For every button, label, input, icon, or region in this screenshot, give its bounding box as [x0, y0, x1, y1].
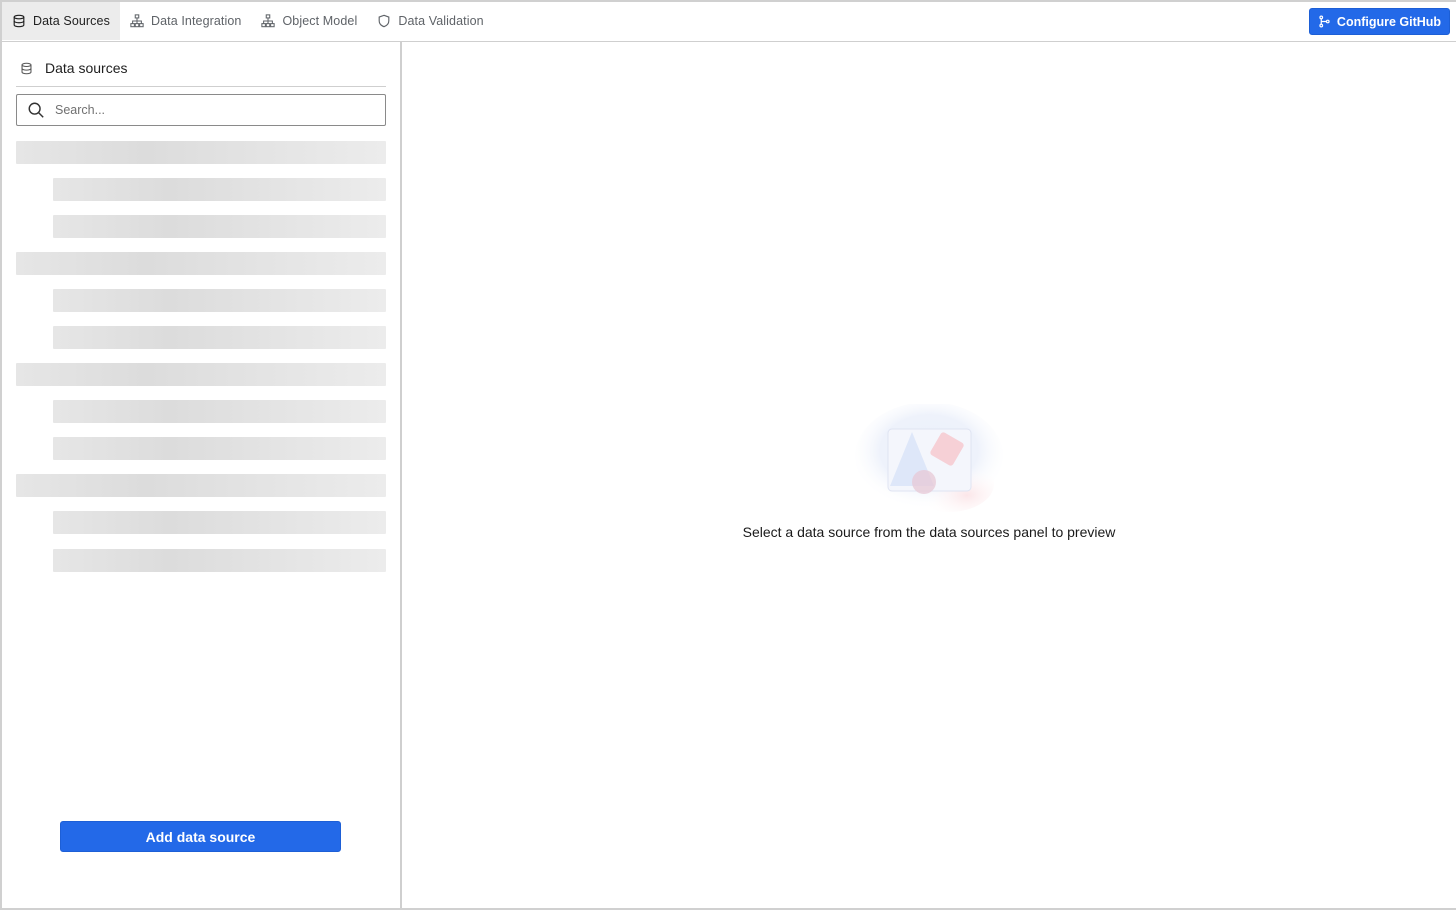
tab-label: Data Sources: [33, 14, 110, 28]
hierarchy-icon: [130, 14, 144, 28]
tab-object-model[interactable]: Object Model: [251, 2, 367, 40]
tab-label: Object Model: [282, 14, 358, 28]
preview-area: Select a data source from the data sourc…: [402, 42, 1456, 908]
empty-state-message: Select a data source from the data sourc…: [742, 524, 1116, 540]
skeleton-item-row: [53, 215, 386, 238]
search-icon: [28, 102, 44, 118]
skeleton-item-row: [53, 400, 386, 423]
skeleton-item-row: [53, 549, 386, 572]
tab-data-validation[interactable]: Data Validation: [367, 2, 493, 40]
tab-list: Data Sources Data Integration Object Mod…: [2, 2, 494, 40]
data-sources-panel: Data sources Add data source: [2, 42, 402, 908]
search-input[interactable]: [55, 103, 355, 117]
empty-state-illustration: [855, 404, 1003, 512]
skeleton-group-row: [16, 141, 386, 164]
tab-data-integration[interactable]: Data Integration: [120, 2, 252, 40]
tab-label: Data Validation: [398, 14, 484, 28]
panel-header: Data sources: [16, 50, 386, 87]
tab-data-sources[interactable]: Data Sources: [2, 2, 120, 40]
add-data-source-button[interactable]: Add data source: [60, 821, 341, 852]
skeleton-group-row: [16, 252, 386, 275]
shield-icon: [378, 14, 390, 28]
tab-label: Data Integration: [150, 14, 242, 28]
skeleton-item-row: [53, 326, 386, 349]
skeleton-item-row: [53, 289, 386, 312]
skeleton-item-row: [53, 511, 386, 534]
top-nav-bar: Data Sources Data Integration Object Mod…: [2, 2, 1456, 42]
configure-github-label: Configure GitHub: [1336, 14, 1442, 29]
search-box[interactable]: [16, 94, 386, 126]
skeleton-group-row: [16, 363, 386, 386]
database-icon: [21, 62, 32, 74]
skeleton-item-row: [53, 437, 386, 460]
hierarchy-icon: [261, 14, 276, 28]
skeleton-group-row: [16, 474, 386, 497]
database-icon: [13, 14, 25, 28]
git-branch-icon: [1319, 15, 1330, 28]
panel-title: Data sources: [45, 60, 128, 76]
skeleton-item-row: [53, 178, 386, 201]
configure-github-button[interactable]: Configure GitHub: [1309, 8, 1450, 35]
